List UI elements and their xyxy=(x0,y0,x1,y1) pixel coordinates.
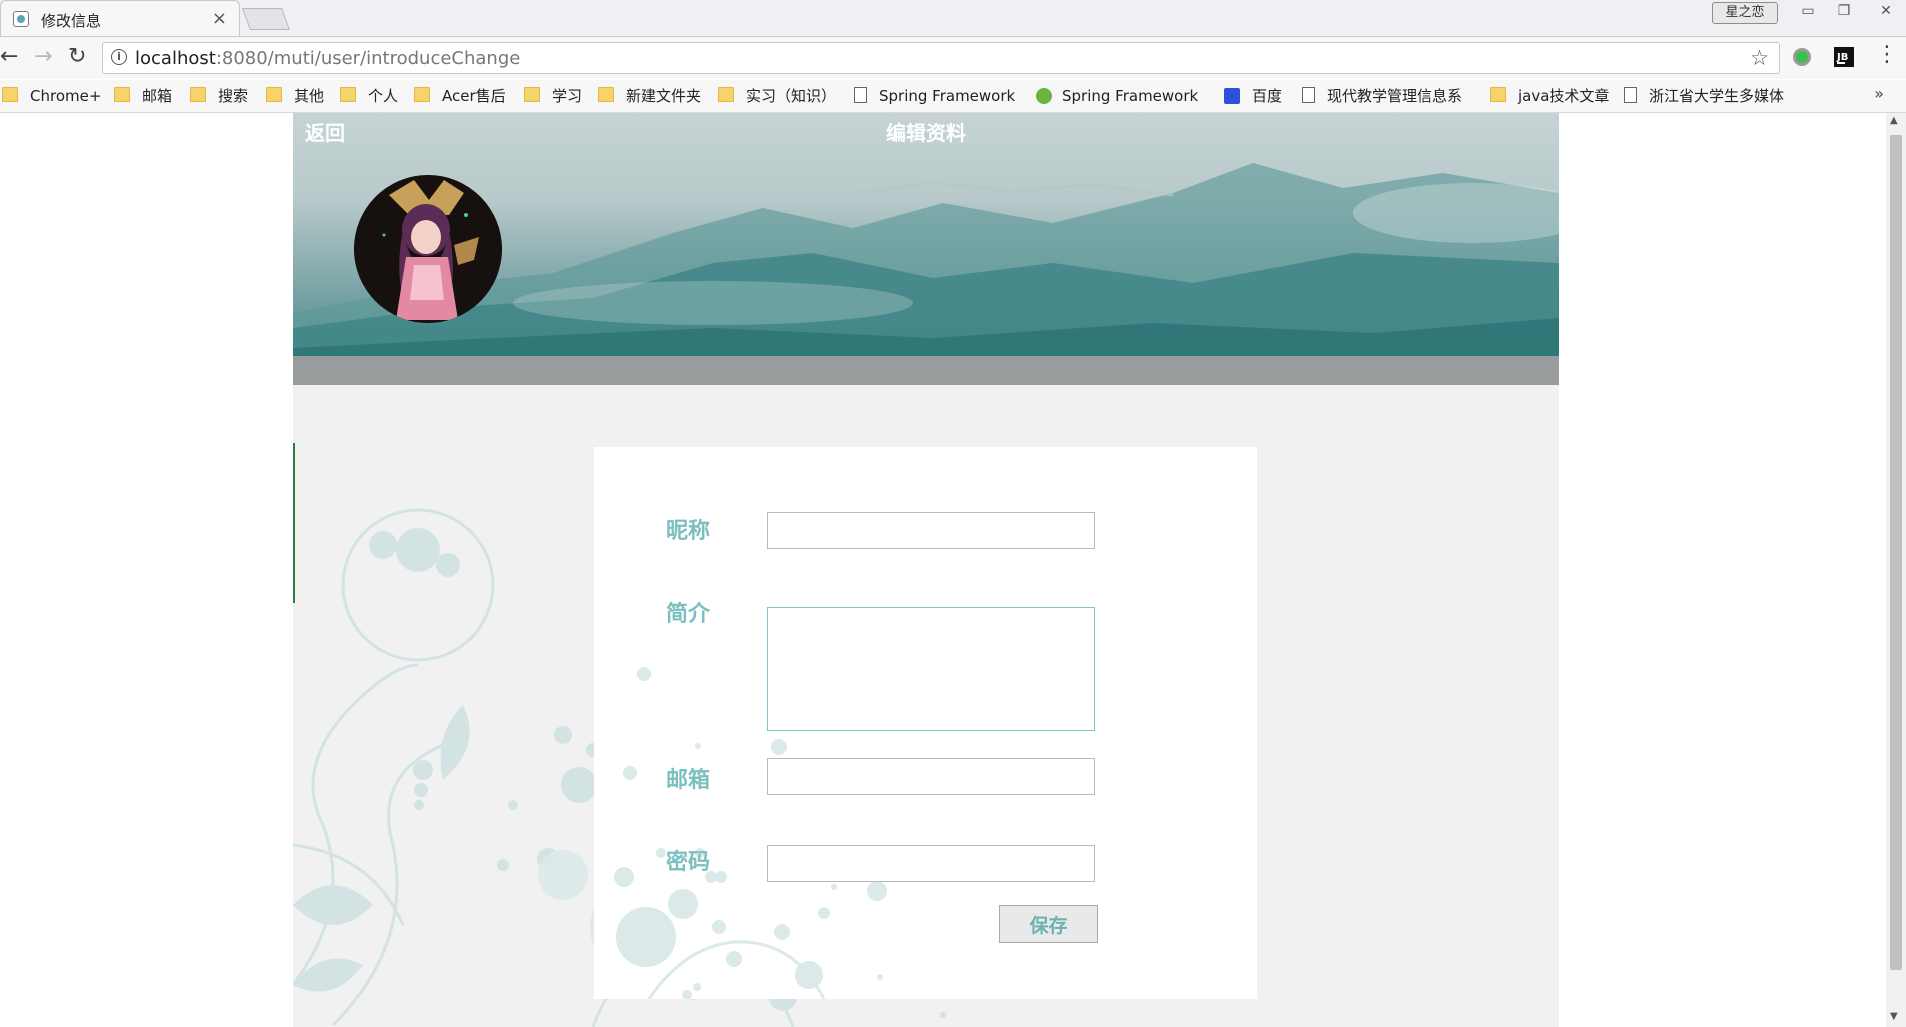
browser-toolbar: ← → ↻ i localhost:8080/muti/user/introdu… xyxy=(0,37,1906,79)
folder-icon xyxy=(114,87,130,102)
bookmark-item[interactable]: 现代教学管理信息系 xyxy=(1302,86,1462,106)
extension-green-icon[interactable] xyxy=(1792,47,1812,67)
spring-leaf-icon xyxy=(1036,88,1052,104)
bookmark-item[interactable]: 搜索 xyxy=(190,86,248,106)
bookmark-label: 搜索 xyxy=(218,87,249,105)
folder-icon xyxy=(266,87,282,102)
bookmark-item[interactable]: 实习（知识） xyxy=(718,86,836,106)
address-url[interactable]: localhost:8080/muti/user/introduceChange xyxy=(135,48,520,69)
bookmark-item[interactable]: 百度 xyxy=(1224,86,1282,106)
bookmark-label: 浙江省大学生多媒体 xyxy=(1649,87,1785,105)
folder-icon xyxy=(340,87,356,102)
folder-icon xyxy=(718,87,734,102)
save-button[interactable]: 保存 xyxy=(999,905,1098,943)
password-input[interactable] xyxy=(767,845,1095,882)
page-favicon-icon xyxy=(13,11,29,27)
bookmarks-bar: Chrome+ 邮箱 搜索 其他 个人 Acer售后 学习 新建文件夹 实习（知… xyxy=(0,80,1906,113)
page-icon xyxy=(1624,87,1637,103)
password-label: 密码 xyxy=(666,850,711,875)
folder-icon xyxy=(414,87,430,102)
nickname-label: 昵称 xyxy=(666,519,711,544)
folder-icon xyxy=(1490,87,1506,102)
bookmark-label: 新建文件夹 xyxy=(626,87,702,105)
bookmark-label: Spring Framework xyxy=(879,87,1016,105)
bookmark-label: 邮箱 xyxy=(142,87,173,105)
folder-icon xyxy=(598,87,614,102)
page-icon xyxy=(854,87,867,103)
avatar[interactable] xyxy=(354,175,502,323)
tab-close-icon[interactable]: × xyxy=(212,8,227,29)
minimize-icon[interactable]: ▭ xyxy=(1794,2,1822,20)
folder-icon xyxy=(2,87,18,102)
avatar-character-image xyxy=(354,175,502,323)
tab-title: 修改信息 xyxy=(41,12,102,30)
close-window-icon[interactable]: ✕ xyxy=(1872,2,1900,20)
bookmark-item[interactable]: 个人 xyxy=(340,86,398,106)
bookmark-item[interactable]: 学习 xyxy=(524,86,582,106)
browser-tab[interactable]: 修改信息 × xyxy=(0,0,240,36)
back-arrow-icon[interactable]: ← xyxy=(0,45,18,69)
extension-jb-icon[interactable]: JB xyxy=(1834,47,1854,67)
scroll-up-icon[interactable]: ▲ xyxy=(1890,115,1898,126)
bookmark-label: 个人 xyxy=(368,87,399,105)
bookmark-item[interactable]: Spring Framework xyxy=(854,86,1015,106)
bookmark-item[interactable]: 邮箱 xyxy=(114,86,172,106)
address-bar[interactable]: i localhost:8080/muti/user/introduceChan… xyxy=(102,42,1780,74)
baidu-paw-icon xyxy=(1224,88,1240,104)
page-title: 编辑资料 xyxy=(886,121,966,145)
intro-label: 简介 xyxy=(666,602,711,627)
banner-divider xyxy=(293,356,1559,385)
bookmark-label: Acer售后 xyxy=(442,87,506,105)
bookmark-star-icon[interactable]: ☆ xyxy=(1750,46,1769,70)
bookmark-label: 学习 xyxy=(552,87,583,105)
bookmark-item[interactable]: 其他 xyxy=(266,86,324,106)
bookmark-item[interactable]: 新建文件夹 xyxy=(598,86,701,106)
intro-textarea[interactable] xyxy=(767,607,1095,731)
nickname-input[interactable] xyxy=(767,512,1095,549)
bookmark-label: 实习（知识） xyxy=(746,87,837,105)
bookmarks-overflow-button[interactable]: » xyxy=(1874,84,1884,103)
bookmark-label: 其他 xyxy=(294,87,325,105)
profile-banner: 返回 编辑资料 xyxy=(293,113,1559,356)
new-tab-button[interactable] xyxy=(241,8,291,30)
browser-menu-icon[interactable]: ⋮ xyxy=(1876,43,1898,67)
folder-icon xyxy=(190,87,206,102)
page-viewport: 返回 编辑资料 昵称 简介 邮箱 密码 保存 xyxy=(0,113,1886,1027)
scrollbar-thumb[interactable] xyxy=(1890,135,1902,970)
url-host: localhost xyxy=(135,48,216,69)
page-container: 返回 编辑资料 昵称 简介 邮箱 密码 保存 xyxy=(293,113,1559,1027)
bookmark-item[interactable]: Chrome+ xyxy=(2,86,101,106)
page-scrollbar[interactable]: ▲ ▼ xyxy=(1886,113,1906,1027)
email-label: 邮箱 xyxy=(666,768,711,793)
bookmark-label: 现代教学管理信息系 xyxy=(1327,87,1463,105)
bookmark-item[interactable]: java技术文章 xyxy=(1490,86,1609,106)
bookmark-label: java技术文章 xyxy=(1518,87,1610,105)
forward-arrow-icon[interactable]: → xyxy=(34,45,52,69)
site-info-icon[interactable]: i xyxy=(111,49,127,65)
url-path: :8080/muti/user/introduceChange xyxy=(215,48,521,69)
bookmark-item[interactable]: Acer售后 xyxy=(414,86,506,106)
browser-tab-strip: 修改信息 × 星之恋 ▭ ❐ ✕ xyxy=(0,0,1906,37)
svg-text:JB: JB xyxy=(1836,52,1848,63)
folder-icon xyxy=(524,87,540,102)
profile-button[interactable]: 星之恋 xyxy=(1712,2,1778,24)
bookmark-item[interactable]: Spring Framework xyxy=(1036,86,1198,106)
page-icon xyxy=(1302,87,1315,103)
scroll-down-icon[interactable]: ▼ xyxy=(1890,1011,1898,1022)
bookmark-label: Spring Framework xyxy=(1062,87,1199,105)
reload-icon[interactable]: ↻ xyxy=(68,45,86,69)
restore-icon[interactable]: ❐ xyxy=(1830,2,1858,20)
edit-profile-form: 昵称 简介 邮箱 密码 保存 xyxy=(594,447,1257,999)
bookmark-label: 百度 xyxy=(1252,87,1283,105)
bookmark-item[interactable]: 浙江省大学生多媒体 xyxy=(1624,86,1784,106)
email-input[interactable] xyxy=(767,758,1095,795)
bookmark-label: Chrome+ xyxy=(30,87,102,105)
